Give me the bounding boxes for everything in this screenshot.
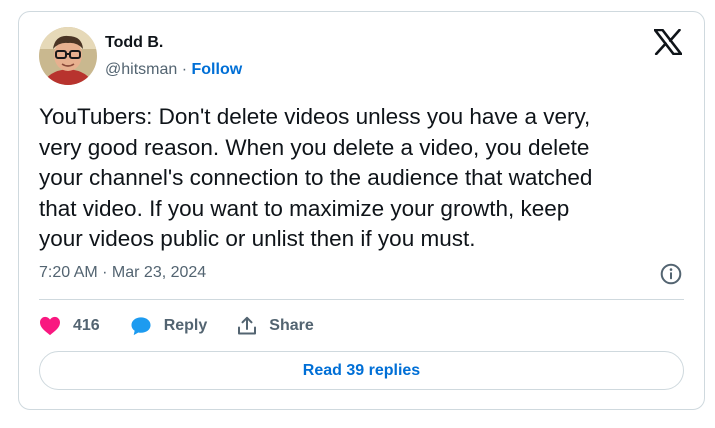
- info-icon[interactable]: [660, 263, 682, 285]
- like-count: 416: [73, 317, 100, 334]
- x-logo-icon[interactable]: [653, 28, 683, 56]
- author-meta: @hitsman · Follow: [105, 61, 242, 79]
- like-button[interactable]: 416: [39, 316, 100, 336]
- embedded-tweet-card: Todd B. @hitsman · Follow YouTubers: Don…: [18, 11, 705, 410]
- avatar[interactable]: [39, 27, 97, 85]
- meta-separator: ·: [181, 61, 188, 78]
- author-handle[interactable]: @hitsman: [105, 61, 177, 78]
- share-upload-icon: [238, 316, 257, 335]
- avatar-photo: [39, 27, 97, 85]
- reply-label: Reply: [163, 317, 208, 334]
- tweet-actions: 416 Reply Share: [39, 314, 344, 338]
- reply-button[interactable]: Reply: [130, 316, 208, 336]
- share-label: Share: [269, 317, 314, 334]
- divider: [39, 299, 684, 300]
- share-button[interactable]: Share: [237, 316, 314, 336]
- tweet-timestamp[interactable]: 7:20 AM · Mar 23, 2024: [39, 264, 206, 282]
- author-name[interactable]: Todd B.: [105, 34, 163, 52]
- read-replies-button[interactable]: Read 39 replies: [39, 351, 684, 390]
- heart-icon: [40, 316, 60, 336]
- speech-bubble-icon: [131, 317, 151, 336]
- follow-link[interactable]: Follow: [192, 61, 243, 78]
- tweet-text: YouTubers: Don't delete videos unless yo…: [39, 104, 593, 251]
